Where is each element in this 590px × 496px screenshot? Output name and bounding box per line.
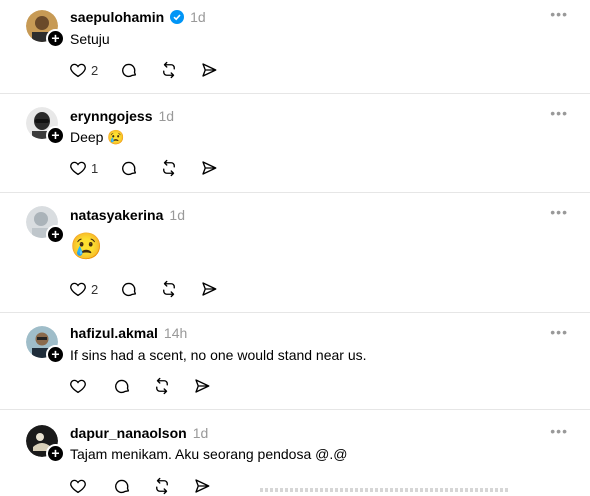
- post-header: natasyakerina 1d: [70, 206, 185, 224]
- username[interactable]: saepulohamin: [70, 9, 164, 25]
- heart-icon: [70, 63, 86, 78]
- post-card: + saepulohamin 1d ••• Setuju 2: [0, 0, 590, 94]
- like-button[interactable]: [69, 476, 87, 496]
- follow-plus-icon[interactable]: +: [46, 126, 65, 145]
- repost-button[interactable]: [153, 476, 171, 496]
- more-options-icon[interactable]: •••: [550, 423, 568, 439]
- repost-icon: [156, 377, 168, 395]
- username[interactable]: dapur_nanaolson: [70, 425, 187, 441]
- share-button[interactable]: [200, 60, 218, 80]
- comment-button[interactable]: [120, 279, 138, 299]
- username[interactable]: natasyakerina: [70, 207, 163, 223]
- heart-icon: [70, 479, 86, 494]
- more-options-icon[interactable]: •••: [550, 105, 568, 121]
- share-icon: [202, 282, 217, 296]
- like-button[interactable]: 2: [69, 279, 98, 299]
- action-bar: 2: [69, 279, 240, 299]
- post-text: Deep 😢: [70, 129, 125, 145]
- repost-icon: [163, 61, 176, 79]
- share-button[interactable]: [193, 376, 211, 396]
- share-icon: [202, 161, 217, 175]
- action-bar: 2: [69, 60, 240, 80]
- more-options-icon[interactable]: •••: [550, 324, 568, 340]
- more-options-icon[interactable]: •••: [550, 6, 568, 22]
- comment-button[interactable]: [113, 476, 131, 496]
- clipped-content: [260, 488, 510, 492]
- repost-icon: [163, 280, 176, 298]
- share-button[interactable]: [193, 476, 211, 496]
- timestamp: 1d: [169, 207, 185, 223]
- comment-icon: [115, 379, 130, 394]
- timestamp: 1d: [190, 9, 206, 25]
- post-card: + dapur_nanaolson 1d ••• Tajam menikam. …: [0, 410, 590, 495]
- follow-plus-icon[interactable]: +: [46, 29, 65, 48]
- post-text: If sins had a scent, no one would stand …: [70, 347, 367, 363]
- comment-icon: [115, 479, 130, 494]
- heart-icon: [70, 161, 86, 176]
- post-text: Tajam menikam. Aku seorang pendosa @.@: [70, 446, 348, 462]
- timestamp: 1d: [158, 108, 175, 124]
- post-header: erynngojess 1d: [70, 107, 174, 125]
- repost-icon: [163, 159, 176, 177]
- post-card: + hafizul.akmal 14h ••• If sins had a sc…: [0, 313, 590, 410]
- comment-button[interactable]: [113, 376, 131, 396]
- heart-icon: [70, 282, 86, 297]
- follow-plus-icon[interactable]: +: [46, 345, 65, 364]
- repost-button[interactable]: [160, 60, 178, 80]
- more-options-icon[interactable]: •••: [550, 204, 568, 220]
- action-bar: [69, 476, 233, 496]
- share-button[interactable]: [200, 279, 218, 299]
- like-button[interactable]: [69, 376, 87, 396]
- post-header: dapur_nanaolson 1d: [70, 424, 208, 442]
- comment-icon: [122, 282, 137, 297]
- share-icon: [195, 479, 210, 493]
- heart-icon: [70, 379, 86, 394]
- repost-button[interactable]: [160, 279, 178, 299]
- share-icon: [202, 63, 217, 77]
- username[interactable]: hafizul.akmal: [70, 325, 158, 341]
- verified-badge-icon: [170, 10, 185, 24]
- like-button[interactable]: 2: [69, 60, 98, 80]
- repost-button[interactable]: [153, 376, 171, 396]
- timestamp: 14h: [163, 325, 188, 341]
- action-bar: 1: [69, 158, 240, 178]
- username[interactable]: erynngojess: [70, 108, 152, 124]
- post-text: 😢: [70, 231, 103, 261]
- like-count: 2: [91, 62, 99, 78]
- repost-icon: [156, 477, 168, 495]
- action-bar: [69, 376, 233, 396]
- comment-icon: [122, 63, 137, 78]
- comment-button[interactable]: [120, 60, 138, 80]
- comment-button[interactable]: [120, 158, 138, 178]
- like-count: 1: [91, 160, 99, 176]
- timestamp: 1d: [192, 425, 209, 441]
- comment-icon: [122, 161, 137, 176]
- share-button[interactable]: [200, 158, 218, 178]
- post-header: hafizul.akmal 14h: [70, 324, 187, 342]
- post-header: saepulohamin 1d: [70, 8, 206, 26]
- repost-button[interactable]: [160, 158, 178, 178]
- like-count: 2: [91, 281, 99, 297]
- follow-plus-icon[interactable]: +: [46, 444, 65, 463]
- follow-plus-icon[interactable]: +: [46, 225, 65, 244]
- post-card: + natasyakerina 1d ••• 😢 2: [0, 193, 590, 313]
- share-icon: [195, 379, 210, 393]
- post-card: + erynngojess 1d ••• Deep 😢 1: [0, 94, 590, 193]
- like-button[interactable]: 1: [69, 158, 98, 178]
- post-text: Setuju: [70, 31, 110, 47]
